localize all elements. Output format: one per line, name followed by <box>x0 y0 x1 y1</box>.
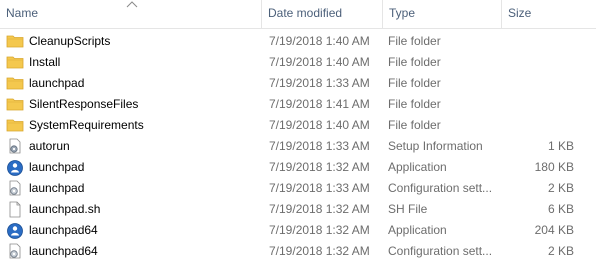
file-type: File folder <box>388 34 441 48</box>
file-name: SystemRequirements <box>29 118 144 132</box>
file-name: autorun <box>29 139 70 153</box>
file-date-modified: 7/19/2018 1:40 AM <box>269 118 370 132</box>
file-date-modified: 7/19/2018 1:32 AM <box>269 223 370 237</box>
file-name: Install <box>29 55 61 69</box>
file-date-modified: 7/19/2018 1:33 AM <box>269 181 370 195</box>
file-size: 2 KB <box>547 181 574 195</box>
column-header-date-modified[interactable]: Date modified <box>262 0 383 28</box>
file-date-modified: 7/19/2018 1:33 AM <box>269 76 370 90</box>
sort-ascending-icon <box>126 0 138 8</box>
file-date-modified: 7/19/2018 1:40 AM <box>269 34 370 48</box>
file-type: File folder <box>388 118 441 132</box>
file-type: Application <box>388 160 447 174</box>
folder-icon <box>6 33 24 51</box>
file-type: SH File <box>388 202 428 216</box>
column-header-size[interactable]: Size <box>502 0 596 28</box>
file-type: Setup Information <box>388 139 483 153</box>
file-list: CleanupScripts 7/19/2018 1:40 AM File fold… <box>0 31 596 262</box>
file-date-modified: 7/19/2018 1:40 AM <box>269 55 370 69</box>
file-row[interactable]: SilentResponseFiles 7/19/2018 1:41 AM File… <box>0 94 596 115</box>
column-header-type-label: Type <box>389 6 416 20</box>
file-name: launchpad.sh <box>29 202 101 216</box>
file-size: 2 KB <box>547 244 574 258</box>
file-row[interactable]: launchpad64 7/19/2018 1:32 AM Configuratio… <box>0 241 596 262</box>
folder-icon <box>6 54 24 72</box>
config-file-icon <box>6 180 24 198</box>
file-row[interactable]: launchpad 7/19/2018 1:32 AM Application 180… <box>0 157 596 178</box>
folder-icon <box>6 117 24 135</box>
file-date-modified: 7/19/2018 1:32 AM <box>269 244 370 258</box>
file-date-modified: 7/19/2018 1:32 AM <box>269 202 370 216</box>
file-name: SilentResponseFiles <box>29 97 139 111</box>
file-row[interactable]: launchpad 7/19/2018 1:33 AM Configuration … <box>0 178 596 199</box>
file-name: launchpad <box>29 160 85 174</box>
blank-file-icon <box>6 201 24 219</box>
file-row[interactable]: autorun 7/19/2018 1:33 AM Setup Informatio… <box>0 136 596 157</box>
file-type: Configuration sett... <box>388 181 493 195</box>
file-type: Configuration sett... <box>388 244 493 258</box>
column-header-name-label: Name <box>6 6 39 20</box>
file-date-modified: 7/19/2018 1:41 AM <box>269 97 370 111</box>
file-type: File folder <box>388 97 441 111</box>
application-icon <box>6 159 24 177</box>
folder-icon <box>6 75 24 93</box>
file-row[interactable]: launchpad 7/19/2018 1:33 AM File folder <box>0 73 596 94</box>
column-header-name[interactable]: Name <box>0 0 262 28</box>
file-name: launchpad64 <box>29 244 98 258</box>
file-row[interactable]: CleanupScripts 7/19/2018 1:40 AM File fold… <box>0 31 596 52</box>
file-type: Application <box>388 223 447 237</box>
column-header-size-label: Size <box>508 6 532 20</box>
file-name: launchpad64 <box>29 223 98 237</box>
column-header-bar: Name Date modified Type Size <box>0 0 596 29</box>
config-file-icon <box>6 243 24 261</box>
application-icon <box>6 222 24 240</box>
file-name: launchpad <box>29 76 85 90</box>
file-date-modified: 7/19/2018 1:33 AM <box>269 139 370 153</box>
column-header-type[interactable]: Type <box>383 0 502 28</box>
folder-icon <box>6 96 24 114</box>
file-size: 1 KB <box>547 139 574 153</box>
file-name: CleanupScripts <box>29 34 111 48</box>
file-row[interactable]: SystemRequirements 7/19/2018 1:40 AM File … <box>0 115 596 136</box>
file-size: 6 KB <box>547 202 574 216</box>
file-size: 180 KB <box>534 160 574 174</box>
file-type: File folder <box>388 55 441 69</box>
file-date-modified: 7/19/2018 1:32 AM <box>269 160 370 174</box>
file-type: File folder <box>388 76 441 90</box>
file-size: 204 KB <box>534 223 574 237</box>
file-name: launchpad <box>29 181 85 195</box>
setup-info-icon <box>6 138 24 156</box>
file-row[interactable]: Install 7/19/2018 1:40 AM File folder <box>0 52 596 73</box>
column-header-date-label: Date modified <box>268 6 343 20</box>
file-row[interactable]: launchpad64 7/19/2018 1:32 AM Application 2… <box>0 220 596 241</box>
file-row[interactable]: launchpad.sh 7/19/2018 1:32 AM SH File 6 KB <box>0 199 596 220</box>
